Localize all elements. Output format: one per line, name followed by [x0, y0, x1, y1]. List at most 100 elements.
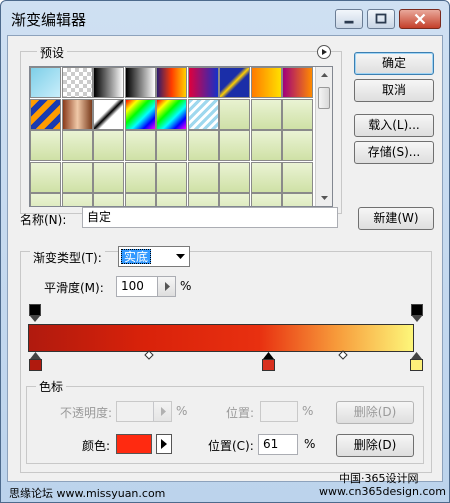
color-stop-selected[interactable] [262, 352, 275, 371]
preset-swatch[interactable] [282, 130, 313, 161]
smoothness-input[interactable]: 100 [116, 276, 176, 297]
play-arrow-icon [161, 407, 166, 416]
delete-color-stop-button[interactable]: 删除(D) [336, 434, 414, 457]
preset-swatch[interactable] [93, 130, 124, 161]
preset-swatch[interactable] [156, 67, 187, 98]
opacity-input [116, 401, 172, 422]
smoothness-unit: % [180, 279, 192, 293]
minimize-icon [344, 20, 354, 24]
scroll-down-arrow-icon[interactable] [316, 189, 332, 206]
preset-swatch[interactable] [30, 130, 61, 161]
gradient-type-label: 渐变类型(T): [30, 249, 105, 266]
preset-swatch[interactable] [187, 98, 219, 130]
opacity-location-label: 位置: [226, 406, 255, 420]
preset-swatch[interactable] [93, 67, 124, 98]
watermark-left: 思缘论坛 www.missyuan.com [9, 487, 166, 500]
opacity-slider-button [153, 402, 171, 421]
load-button[interactable]: 载入(L)... [354, 114, 434, 137]
cancel-button[interactable]: 取消 [354, 79, 434, 102]
window-title: 渐变编辑器 [11, 11, 87, 29]
color-stop-right[interactable] [410, 352, 423, 371]
delete-opacity-stop-button: 删除(D) [336, 401, 414, 424]
minimize-button[interactable] [335, 9, 363, 29]
preset-swatch[interactable] [124, 98, 156, 130]
preset-swatch[interactable] [219, 67, 250, 98]
opacity-location-input [260, 401, 298, 422]
color-swatch[interactable] [116, 434, 152, 454]
preset-swatch[interactable] [93, 161, 124, 193]
color-midpoint-1[interactable] [144, 350, 154, 360]
preset-swatch[interactable] [250, 67, 282, 98]
name-input[interactable]: 自定 [82, 207, 338, 228]
preset-swatch[interactable] [219, 130, 250, 161]
preset-swatch[interactable] [93, 193, 124, 206]
preset-swatch[interactable] [61, 130, 93, 161]
preset-swatch[interactable] [61, 193, 93, 206]
preset-swatch[interactable] [30, 193, 61, 206]
play-arrow-icon [322, 49, 327, 55]
presets-scrollbar[interactable] [315, 67, 332, 206]
play-arrow-icon [161, 439, 167, 449]
new-button[interactable]: 新建(W) [358, 207, 434, 230]
color-stop-left[interactable] [29, 352, 42, 371]
smoothness-label: 平滑度(M): [44, 281, 104, 295]
preset-swatch[interactable] [124, 67, 156, 98]
name-label: 名称(N): [20, 213, 67, 227]
watermark-right-line1: 中国·365设计网 [339, 472, 419, 485]
preset-swatch[interactable] [187, 161, 219, 193]
preset-swatch[interactable] [61, 67, 93, 98]
gradient-editor-window: 渐变编辑器 预设 确定 取消 载入(L)... 存储(S)... 名称(N): … [0, 0, 450, 503]
scroll-up-arrow-icon[interactable] [316, 67, 332, 84]
presets-menu-button[interactable] [317, 45, 331, 59]
preset-swatch[interactable] [219, 193, 250, 206]
preset-swatch[interactable] [187, 193, 219, 206]
preset-swatch[interactable] [124, 193, 156, 206]
preset-swatch[interactable] [282, 98, 313, 130]
smoothness-value: 100 [121, 279, 144, 293]
location-input[interactable]: 61 [258, 434, 298, 455]
chevron-down-icon [176, 254, 185, 259]
preset-swatch[interactable] [219, 161, 250, 193]
preset-swatch[interactable] [156, 130, 187, 161]
smoothness-slider-button[interactable] [157, 277, 175, 296]
preset-swatch[interactable] [250, 161, 282, 193]
save-button[interactable]: 存储(S)... [354, 141, 434, 164]
preset-swatch[interactable] [282, 161, 313, 193]
title-bar[interactable]: 渐变编辑器 [1, 1, 449, 35]
opacity-stop-left[interactable] [29, 304, 41, 322]
preset-swatch[interactable] [156, 98, 187, 130]
close-button[interactable] [399, 9, 441, 29]
gradient-preview-bar[interactable] [28, 324, 414, 352]
preset-swatch[interactable] [250, 98, 282, 130]
preset-swatch[interactable] [30, 161, 61, 193]
maximize-button[interactable] [367, 9, 395, 29]
preset-swatch[interactable] [124, 130, 156, 161]
presets-group: 预设 [20, 44, 342, 214]
preset-swatch[interactable] [93, 98, 124, 130]
ok-button[interactable]: 确定 [354, 52, 434, 75]
preset-swatch[interactable] [61, 98, 93, 130]
color-menu-button[interactable] [156, 434, 172, 454]
preset-swatch[interactable] [30, 67, 61, 98]
dialog-body: 预设 确定 取消 载入(L)... 存储(S)... 名称(N): 自定 新建(… [7, 35, 443, 482]
preset-swatch[interactable] [124, 161, 156, 193]
preset-swatch[interactable] [250, 130, 282, 161]
preset-swatch[interactable] [250, 193, 282, 206]
color-midpoint-2[interactable] [338, 350, 348, 360]
preset-swatch[interactable] [156, 193, 187, 206]
preset-swatch[interactable] [30, 98, 61, 130]
preset-swatch[interactable] [61, 161, 93, 193]
preset-swatch[interactable] [156, 161, 187, 193]
gradient-type-value: 实底 [121, 249, 152, 264]
preset-swatch[interactable] [187, 130, 219, 161]
gradient-type-select[interactable]: 实底 [118, 246, 190, 267]
scrollbar-thumb[interactable] [318, 87, 330, 109]
preset-swatch[interactable] [282, 67, 313, 98]
opacity-unit: % [176, 404, 188, 418]
opacity-location-unit: % [302, 404, 314, 418]
preset-swatch[interactable] [219, 98, 250, 130]
preset-swatch[interactable] [282, 193, 313, 206]
opacity-stop-right[interactable] [411, 304, 423, 322]
presets-label: 预设 [37, 44, 68, 61]
preset-swatch[interactable] [187, 67, 219, 98]
